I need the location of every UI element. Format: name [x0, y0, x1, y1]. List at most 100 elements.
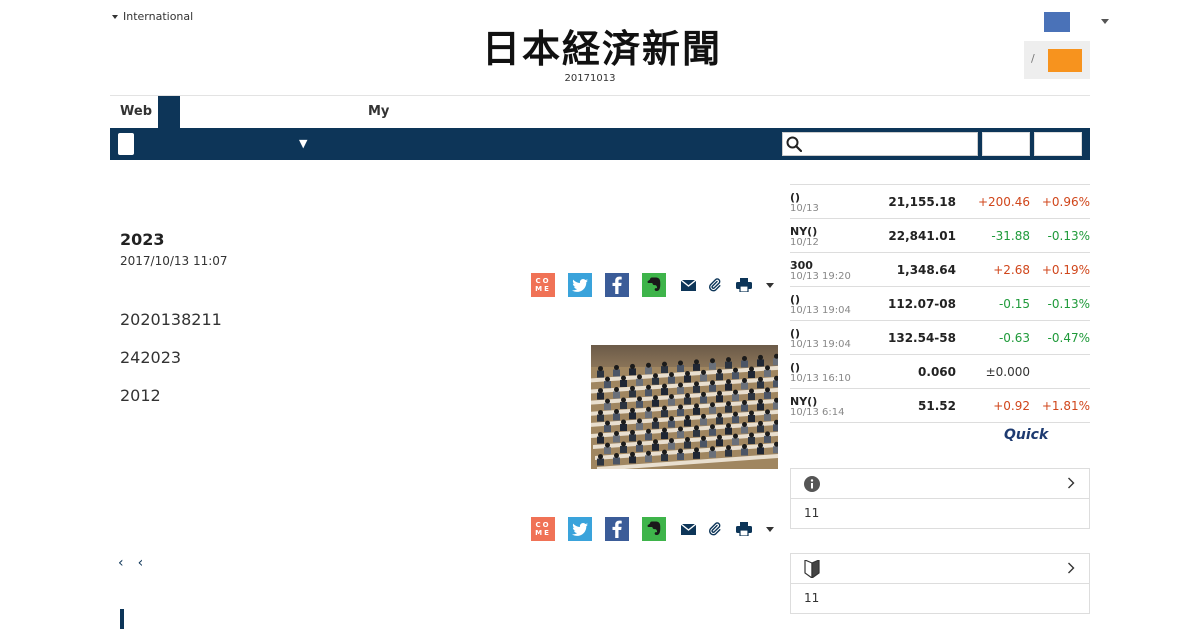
examinee-head — [733, 433, 738, 439]
market-row[interactable]: () 10/13 19:04 132.54-58 -0.63 -0.47% — [790, 321, 1090, 355]
comment-icon[interactable]: CO ME — [531, 273, 555, 297]
examinee — [716, 417, 723, 425]
examinee-head — [726, 379, 731, 385]
examinee-head — [685, 392, 690, 398]
edition-label: International — [123, 10, 194, 23]
comment-icon[interactable]: CO ME — [531, 517, 555, 541]
nav-dropdown-arrow-icon[interactable]: ▼ — [299, 137, 307, 150]
examinee — [764, 413, 771, 421]
examinee-head — [653, 439, 658, 445]
nav-home-button[interactable] — [118, 133, 134, 155]
user-menu-icon[interactable] — [1044, 12, 1070, 32]
examinee — [597, 370, 604, 378]
examinee — [748, 437, 755, 445]
prev-link[interactable]: ‹ — [118, 555, 124, 571]
market-row-percent: -0.13% — [1047, 229, 1090, 243]
examinee — [668, 442, 675, 450]
clip-icon[interactable] — [706, 276, 724, 294]
share-more-caret-icon[interactable] — [766, 526, 774, 532]
quick-logo[interactable]: Quick — [1004, 427, 1048, 443]
market-row[interactable]: () 10/13 16:10 0.060 ±0.000 — [790, 355, 1090, 389]
facebook-icon[interactable] — [605, 517, 629, 541]
register-button[interactable] — [1048, 49, 1082, 72]
examinee-head — [758, 376, 763, 382]
examinee-head — [701, 413, 706, 419]
examinee — [748, 415, 755, 423]
tab-web[interactable]: Web — [110, 96, 158, 128]
market-row[interactable]: NY() 10/12 22,841.01 -31.88 -0.13% — [790, 219, 1090, 253]
examinee-head — [669, 394, 674, 400]
examinee-head — [726, 423, 731, 429]
market-row[interactable]: () 10/13 21,155.18 +200.46 +0.96% — [790, 185, 1090, 219]
examinee-head — [662, 449, 667, 455]
tab-active-indicator[interactable] — [158, 96, 180, 128]
market-row[interactable]: 300 10/13 19:20 1,348.64 +2.68 +0.19% — [790, 253, 1090, 287]
examinee — [693, 385, 700, 393]
examinee-head — [662, 427, 667, 433]
examinee-head — [765, 365, 770, 371]
examinee — [725, 361, 732, 369]
share-more-caret-icon[interactable] — [766, 282, 774, 288]
market-row[interactable]: NY() 10/13 6:14 51.52 +0.92 +1.81% — [790, 389, 1090, 423]
advanced-search-button[interactable] — [1034, 132, 1082, 156]
examinee-head — [669, 416, 674, 422]
examinee — [757, 447, 764, 455]
market-row-percent: +1.81% — [1041, 399, 1090, 413]
user-menu-caret-icon[interactable] — [1101, 19, 1109, 24]
sidebar-info-box[interactable]: 11 — [790, 468, 1090, 529]
market-row-percent: -0.47% — [1047, 331, 1090, 345]
evernote-icon[interactable] — [642, 273, 666, 297]
email-icon[interactable] — [679, 276, 697, 294]
twitter-icon[interactable] — [568, 517, 592, 541]
article-photo[interactable] — [591, 345, 778, 469]
market-row-change: +200.46 — [977, 195, 1030, 209]
examinee-head — [765, 431, 770, 437]
prev-link[interactable]: ‹ — [138, 555, 144, 571]
examinee — [684, 397, 691, 405]
masthead-logo[interactable]: 日本経済新聞 — [457, 26, 747, 71]
exam-hall-photo — [591, 345, 778, 469]
examinee-head — [710, 402, 715, 408]
sidebar-beginner-header[interactable] — [791, 554, 1089, 584]
examinee — [661, 388, 668, 396]
facebook-icon[interactable] — [605, 273, 629, 297]
market-row-change: -0.63 — [998, 331, 1030, 345]
sidebar-info-header[interactable] — [791, 469, 1089, 499]
examinee — [636, 422, 643, 430]
clip-icon[interactable] — [706, 520, 724, 538]
examinee-head — [598, 454, 603, 460]
market-row[interactable]: () 10/13 19:04 112.07-08 -0.15 -0.13% — [790, 287, 1090, 321]
examinee — [645, 389, 652, 397]
examinee-head — [742, 356, 747, 361]
search-input[interactable] — [782, 132, 978, 156]
examinee-head — [662, 405, 667, 411]
examinee — [693, 451, 700, 459]
examinee-head — [717, 434, 722, 440]
examinee-head — [758, 398, 763, 404]
comment-label-top: CO — [535, 521, 551, 529]
masthead-logo-graphic: 日本経済新聞 — [482, 26, 720, 71]
print-icon[interactable] — [733, 520, 755, 538]
examinee — [661, 410, 668, 418]
email-icon[interactable] — [679, 520, 697, 538]
examinee — [620, 445, 627, 453]
print-icon[interactable] — [733, 276, 755, 294]
examinee-head — [646, 384, 651, 390]
examinee-head — [758, 442, 763, 448]
sidebar-beginner-box[interactable]: 11 — [790, 553, 1090, 614]
examinee — [652, 399, 659, 407]
examinee-head — [598, 432, 603, 438]
evernote-icon[interactable] — [642, 517, 666, 541]
comment-label-bottom: ME — [535, 285, 551, 293]
search-submit-button[interactable] — [982, 132, 1030, 156]
twitter-icon[interactable] — [568, 273, 592, 297]
examinee — [613, 413, 620, 421]
examinee — [725, 405, 732, 413]
examinee — [661, 366, 668, 374]
market-row-value: 22,841.01 — [888, 229, 956, 243]
tab-my[interactable]: My — [368, 104, 389, 119]
edition-selector[interactable]: International — [112, 10, 193, 23]
examinee-head — [749, 410, 754, 416]
examinee-head — [646, 406, 651, 412]
examinee — [773, 358, 778, 366]
